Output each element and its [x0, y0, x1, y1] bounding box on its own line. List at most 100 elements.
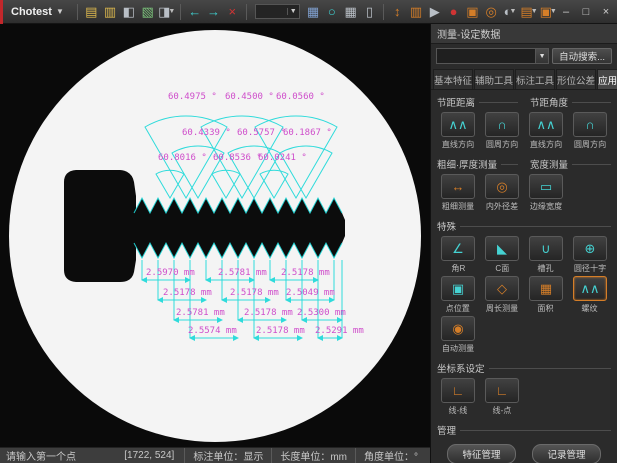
camera-viewport[interactable]: 60.4975 ° 60.4500 ° 60.0560 ° 60.4339 ° … — [0, 24, 430, 447]
section-pitch-angle: 节距角度 — [530, 95, 611, 109]
accent-strip — [0, 0, 3, 24]
corner-radius-icon: ∠ — [441, 236, 475, 261]
toolbar: Chotest ▼ ▤ ▥ ◧ ▧ ◨▼ ← → × ▼ ▦ ○ ▦ ▯ ↕ ▥… — [0, 0, 617, 24]
layers-icon[interactable]: ▤▼ — [520, 3, 537, 21]
manage-buttons: 特征管理 记录管理 — [431, 440, 617, 463]
open-folder-icon[interactable]: ▤ — [83, 3, 100, 21]
delete-icon[interactable]: × — [224, 3, 241, 21]
ruler-icon[interactable]: ▯ — [361, 3, 378, 21]
grid-icon[interactable]: ▦ — [342, 3, 359, 21]
auto-search-button[interactable]: 自动搜索... — [552, 48, 612, 64]
bars-icon[interactable]: ▥ — [408, 3, 425, 21]
thread-icon: ∧∧ — [573, 276, 607, 301]
save-as-icon[interactable]: ◨▼ — [158, 3, 175, 21]
record-icon[interactable]: ● — [445, 3, 462, 21]
distance-measurement-label: 2.5178 mm — [281, 268, 330, 278]
slot-icon: ∪ — [529, 236, 563, 261]
magnifier-icon[interactable]: ○ — [323, 3, 340, 21]
close-button[interactable]: × — [599, 6, 613, 18]
chevron-down-icon: ▼ — [56, 7, 64, 16]
point-position-button[interactable]: ▣ 点位置 — [436, 276, 480, 314]
line-line-button[interactable]: ∟ 线-线 — [436, 378, 480, 416]
distance-measurement-label: 2.5178 mm — [244, 308, 293, 318]
thickness-icon: ↔ — [441, 174, 475, 199]
auto-measure-button[interactable]: ◉ 自动测量 — [436, 316, 480, 354]
angle-unit: 角度单位：° — [355, 448, 426, 463]
compass-icon[interactable]: ◐▼ — [502, 3, 519, 21]
inner-outer-diameter-button[interactable]: ◎ 内外径差 — [480, 174, 524, 212]
distance-measurement-label: 2.5178 mm — [163, 288, 212, 298]
pitch-angle-linear-button[interactable]: ∧∧ 直线方向 — [524, 112, 568, 150]
tab-basic-features[interactable]: 基本特征 — [433, 69, 473, 89]
angle-measurement-label: 60.5757 ° — [237, 128, 286, 138]
tab-aux-tools[interactable]: 辅助工具 — [474, 69, 514, 89]
linear-angle-icon: ∧∧ — [529, 112, 563, 137]
edge-width-button[interactable]: ▭ 边缘宽度 — [524, 174, 568, 212]
pitch-distance-circular-button[interactable]: ∩ 圆周方向 — [480, 112, 524, 150]
snapshot-icon[interactable]: ▣ — [464, 3, 481, 21]
app-menu-label: Chotest — [11, 6, 52, 18]
edge-width-icon: ▭ — [529, 174, 563, 199]
minimize-button[interactable]: – — [559, 6, 573, 18]
cursor-coordinates: [1722, 524] — [114, 450, 184, 461]
coordinate-buttons: ∟ 线-线 ∟ 线-点 — [431, 378, 617, 418]
pitch-distance-linear-button[interactable]: ∧∧ 直线方向 — [436, 112, 480, 150]
toolbar-separator — [77, 4, 78, 20]
target-icon[interactable]: ◎ — [483, 3, 500, 21]
toolbar-separator — [383, 4, 384, 20]
thickness-measure-button[interactable]: ↔ 粗细测量 — [436, 174, 480, 212]
line-point-button[interactable]: ∟ 线-点 — [480, 378, 524, 416]
tab-annotation-tools[interactable]: 标注工具 — [515, 69, 555, 89]
status-message: 请输入第一个点 — [4, 448, 76, 463]
tab-geometric-tolerance[interactable]: 形位公差 — [556, 69, 596, 89]
toolbar-separator — [246, 4, 247, 20]
chevron-down-icon: ▼ — [509, 8, 516, 15]
special-buttons-row2: ▣ 点位置 ◇ 周长测量 ▦ 面积 ∧∧ 螺纹 — [431, 276, 617, 316]
save-project-icon[interactable]: ▥ — [102, 3, 119, 21]
measurement-canvas — [0, 24, 430, 447]
distance-measurement-label: 2.5291 mm — [315, 326, 364, 336]
circle-cross-button[interactable]: ⊕ 圆径十字 — [568, 236, 612, 274]
panel-title: 测量-设定数据 — [431, 24, 617, 44]
distance-measurement-label: 2.5300 mm — [297, 308, 346, 318]
user-icon[interactable]: ▣▼ — [540, 3, 557, 21]
section-width: 宽度测量 — [530, 157, 611, 171]
pitch-buttons: ∧∧ 直线方向 ∩ 圆周方向 ∧∧ 直线方向 ∩ 圆周方向 — [431, 112, 617, 152]
c-face-button[interactable]: ◣ C面 — [480, 236, 524, 274]
chevron-down-icon: ▼ — [168, 8, 175, 15]
angle-measurement-label: 60.0241 ° — [258, 153, 307, 163]
app-menu-button[interactable]: Chotest ▼ — [5, 0, 72, 24]
pitch-angle-circular-button[interactable]: ∩ 圆周方向 — [568, 112, 612, 150]
maximize-button[interactable]: □ — [579, 6, 593, 18]
angle-measurement-label: 60.1867 ° — [283, 128, 332, 138]
chevron-down-icon: ▼ — [535, 49, 548, 63]
auto-measure-icon: ◉ — [441, 316, 475, 341]
angle-measurement-label: 60.8536 ° — [213, 153, 262, 163]
redo-arrow-icon[interactable]: → — [205, 3, 222, 21]
play-icon[interactable]: ▶ — [426, 3, 443, 21]
undo-arrow-icon[interactable]: ← — [186, 3, 203, 21]
axes-point-icon: ∟ — [485, 378, 519, 403]
tab-application-tools[interactable]: 应用工具 — [597, 69, 617, 89]
angle-measurement-label: 60.0560 ° — [276, 92, 325, 102]
film-icon[interactable]: ◧ — [120, 3, 137, 21]
tool-tabs: 基本特征 辅助工具 标注工具 形位公差 应用工具 — [431, 67, 617, 90]
measure-height-icon[interactable]: ↕ — [389, 3, 406, 21]
feature-manage-button[interactable]: 特征管理 — [447, 444, 515, 463]
section-special: 特殊 — [437, 219, 611, 233]
thread-button[interactable]: ∧∧ 螺纹 — [568, 276, 612, 314]
section-titles: 节距距离 节距角度 — [431, 90, 617, 112]
edit-icon[interactable]: ▧ — [139, 3, 156, 21]
record-manage-button[interactable]: 记录管理 — [532, 444, 600, 463]
corner-r-button[interactable]: ∠ 角R — [436, 236, 480, 274]
distance-measurement-label: 2.5049 mm — [286, 288, 335, 298]
perimeter-button[interactable]: ◇ 周长测量 — [480, 276, 524, 314]
image-icon[interactable]: ▦ — [305, 3, 322, 21]
feature-select-combobox[interactable]: ▼ — [436, 48, 549, 64]
area-button[interactable]: ▦ 面积 — [524, 276, 568, 314]
toolbar-combobox[interactable]: ▼ — [255, 4, 300, 19]
slot-hole-button[interactable]: ∪ 槽孔 — [524, 236, 568, 274]
chevron-down-icon: ▼ — [550, 8, 557, 15]
app-window: Chotest ▼ ▤ ▥ ◧ ▧ ◨▼ ← → × ▼ ▦ ○ ▦ ▯ ↕ ▥… — [0, 0, 617, 463]
distance-measurement-label: 2.5781 mm — [218, 268, 267, 278]
